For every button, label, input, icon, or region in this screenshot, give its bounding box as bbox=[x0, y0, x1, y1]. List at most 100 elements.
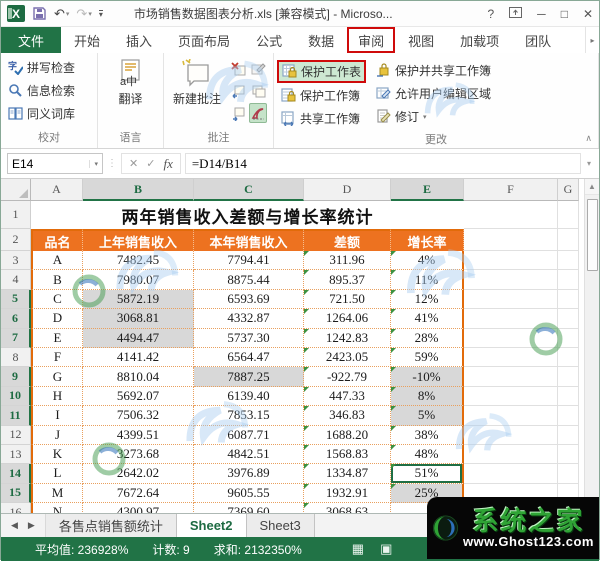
tab-数据[interactable]: 数据 bbox=[295, 27, 347, 53]
cell-D3[interactable]: 311.96 bbox=[304, 251, 391, 271]
cell-E12[interactable]: 38% bbox=[391, 425, 464, 445]
cell-F5[interactable] bbox=[464, 289, 558, 310]
cell-A5[interactable]: C bbox=[31, 289, 83, 310]
translate-button[interactable]: a中 翻译 bbox=[102, 55, 160, 107]
cell-B16[interactable]: 4300.97 bbox=[83, 503, 194, 513]
row-header-7[interactable]: 7 bbox=[1, 328, 31, 348]
column-header-A[interactable]: A bbox=[31, 179, 83, 201]
cell-A8[interactable]: F bbox=[31, 347, 83, 368]
row-header-12[interactable]: 12 bbox=[1, 425, 31, 445]
cell-F1[interactable] bbox=[464, 201, 558, 229]
cell-B12[interactable]: 4399.51 bbox=[83, 425, 194, 445]
cell-A7[interactable]: E bbox=[31, 328, 83, 348]
cell-F4[interactable] bbox=[464, 270, 558, 290]
cell-B15[interactable]: 7672.64 bbox=[83, 483, 194, 504]
cell-G9[interactable] bbox=[558, 367, 579, 387]
cell-F7[interactable] bbox=[464, 328, 558, 348]
cell-C10[interactable]: 6139.40 bbox=[194, 386, 304, 407]
cell-A13[interactable]: K bbox=[31, 444, 83, 465]
spelling-check-button[interactable]: 字 拼写检查 bbox=[4, 57, 94, 78]
cell-C9[interactable]: 7887.25 bbox=[194, 367, 304, 387]
cell-E7[interactable]: 28% bbox=[391, 328, 464, 348]
cell-A4[interactable]: B bbox=[31, 270, 83, 290]
cell-F8[interactable] bbox=[464, 347, 558, 368]
scroll-up-icon[interactable]: ▲ bbox=[585, 179, 599, 195]
tab-审阅[interactable]: 审阅 bbox=[347, 27, 396, 53]
sheet-tab-各售点销售额统计[interactable]: 各售点销售额统计 bbox=[45, 514, 177, 537]
cell-G2[interactable] bbox=[558, 229, 579, 251]
cell-F11[interactable] bbox=[464, 406, 558, 426]
insert-function-icon[interactable]: fx bbox=[163, 156, 172, 172]
cell-A11[interactable]: I bbox=[31, 406, 83, 426]
sheet-tab-Sheet2[interactable]: Sheet2 bbox=[176, 514, 247, 537]
close-button[interactable]: ✕ bbox=[583, 7, 593, 21]
cell-B2[interactable]: 上年销售收入 bbox=[83, 229, 194, 251]
maximize-button[interactable]: □ bbox=[561, 7, 568, 21]
cell-E11[interactable]: 5% bbox=[391, 406, 464, 426]
page-layout-view-icon[interactable]: ▣ bbox=[380, 541, 392, 557]
column-header-B[interactable]: B bbox=[83, 179, 194, 201]
cell-C2[interactable]: 本年销售收入 bbox=[194, 229, 304, 251]
cell-F3[interactable] bbox=[464, 251, 558, 271]
vertical-scrollbar[interactable]: ▲ bbox=[584, 179, 599, 513]
cell-B10[interactable]: 5692.07 bbox=[83, 386, 194, 407]
row-header-16[interactable]: 16 bbox=[1, 503, 31, 513]
redo-button[interactable]: ↷ ▾ bbox=[76, 6, 91, 22]
row-header-1[interactable]: 1 bbox=[1, 201, 31, 229]
row-header-13[interactable]: 13 bbox=[1, 444, 31, 465]
next-comment-icon[interactable] bbox=[249, 81, 267, 101]
select-all-corner[interactable] bbox=[1, 179, 31, 201]
cell-A15[interactable]: M bbox=[31, 483, 83, 504]
cell-B6[interactable]: 3068.81 bbox=[83, 309, 194, 329]
cell-G6[interactable] bbox=[558, 309, 579, 329]
column-header-F[interactable]: F bbox=[464, 179, 558, 201]
row-header-2[interactable]: 2 bbox=[1, 229, 31, 251]
undo-dropdown-icon[interactable]: ▾ bbox=[66, 10, 70, 18]
cell-D13[interactable]: 1568.83 bbox=[304, 444, 391, 465]
tab-开始[interactable]: 开始 bbox=[61, 27, 113, 53]
cell-E13[interactable]: 48% bbox=[391, 444, 464, 465]
protect-share-workbook-button[interactable]: 保护并共享工作簿 bbox=[372, 60, 495, 81]
cell-D6[interactable]: 1264.06 bbox=[304, 309, 391, 329]
cell-E10[interactable]: 8% bbox=[391, 386, 464, 407]
previous-comment-icon[interactable] bbox=[229, 81, 247, 101]
collapse-ribbon-icon[interactable]: ∧ bbox=[585, 133, 592, 144]
cell-F9[interactable] bbox=[464, 367, 558, 387]
column-header-C[interactable]: C bbox=[194, 179, 304, 201]
name-box-dropdown-icon[interactable]: ▾ bbox=[89, 159, 98, 168]
tab-插入[interactable]: 插入 bbox=[113, 27, 165, 53]
cell-F13[interactable] bbox=[464, 444, 558, 465]
track-changes-dropdown-icon[interactable]: ▾ bbox=[423, 113, 427, 121]
prev-sheet-icon[interactable]: ◀ bbox=[11, 520, 18, 531]
cell-C11[interactable]: 7853.15 bbox=[194, 406, 304, 426]
cell-D2[interactable]: 差额 bbox=[304, 229, 391, 251]
cell-C13[interactable]: 4842.51 bbox=[194, 444, 304, 465]
cell-D14[interactable]: 1334.87 bbox=[304, 464, 391, 484]
cell-B8[interactable]: 4141.42 bbox=[83, 347, 194, 368]
cell-C16[interactable]: 7369.60 bbox=[194, 503, 304, 513]
cell-F12[interactable] bbox=[464, 425, 558, 445]
row-header-15[interactable]: 15 bbox=[1, 483, 31, 504]
cell-B13[interactable]: 3273.68 bbox=[83, 444, 194, 465]
cell-C14[interactable]: 3976.89 bbox=[194, 464, 304, 484]
cell-F2[interactable] bbox=[464, 229, 558, 251]
cell-D7[interactable]: 1242.83 bbox=[304, 328, 391, 348]
edit-comment-icon[interactable] bbox=[249, 59, 267, 79]
cell-D12[interactable]: 1688.20 bbox=[304, 425, 391, 445]
cell-C12[interactable]: 6087.71 bbox=[194, 425, 304, 445]
cell-G4[interactable] bbox=[558, 270, 579, 290]
cell-E2[interactable]: 增长率 bbox=[391, 229, 464, 251]
cell-G3[interactable] bbox=[558, 251, 579, 271]
cell-A3[interactable]: A bbox=[31, 251, 83, 271]
cancel-entry-icon[interactable]: ✕ bbox=[129, 157, 138, 170]
cell-D9[interactable]: -922.79 bbox=[304, 367, 391, 387]
column-header-D[interactable]: D bbox=[304, 179, 391, 201]
cell-C6[interactable]: 4332.87 bbox=[194, 309, 304, 329]
cell-G11[interactable] bbox=[558, 406, 579, 426]
cell-E6[interactable]: 41% bbox=[391, 309, 464, 329]
show-ink-icon[interactable] bbox=[249, 103, 267, 123]
cell-E3[interactable]: 4% bbox=[391, 251, 464, 271]
tab-公式[interactable]: 公式 bbox=[243, 27, 295, 53]
minimize-button[interactable]: ─ bbox=[537, 7, 546, 21]
cell-G8[interactable] bbox=[558, 347, 579, 368]
